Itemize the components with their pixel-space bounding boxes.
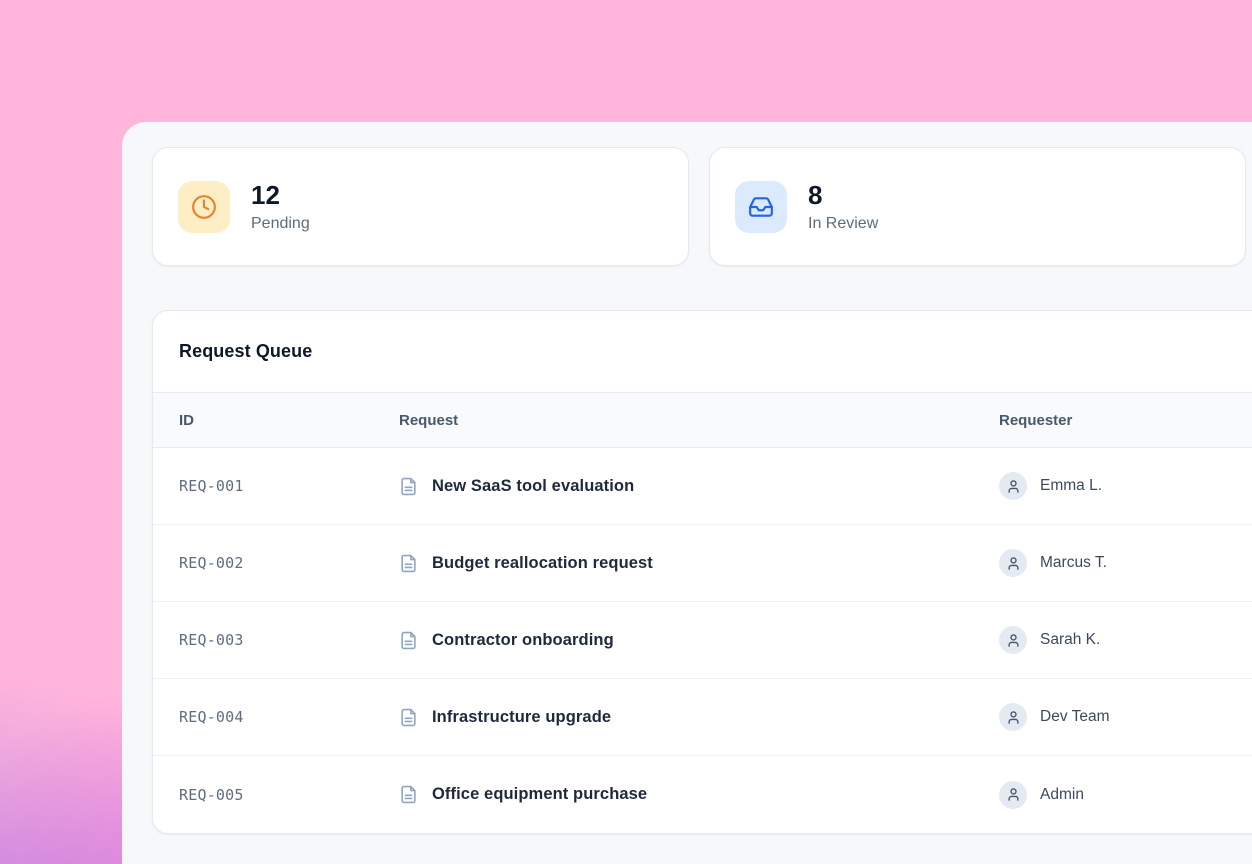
table-row[interactable]: REQ-004 Infrastructure upgrade Dev Team [153, 679, 1252, 756]
request-id: REQ-004 [179, 708, 399, 726]
user-avatar-icon [999, 472, 1027, 500]
request-id: REQ-001 [179, 477, 399, 495]
stat-label: In Review [808, 215, 878, 233]
user-avatar-icon [999, 626, 1027, 654]
requester-name: Marcus T. [1040, 554, 1107, 572]
request-title: Infrastructure upgrade [432, 708, 611, 727]
queue-title-row: Request Queue [153, 311, 1252, 392]
queue-title: Request Queue [179, 341, 312, 362]
stats-row: 12 Pending 8 In Review [152, 147, 1246, 266]
request-cell: Infrastructure upgrade [399, 708, 999, 727]
requester-cell: Marcus T. [999, 549, 1252, 577]
table-row[interactable]: REQ-003 Contractor onboarding Sarah K. [153, 602, 1252, 679]
request-cell: Contractor onboarding [399, 631, 999, 650]
file-text-icon [399, 785, 418, 804]
requester-cell: Sarah K. [999, 626, 1252, 654]
column-header-requester: Requester [999, 412, 1252, 429]
table-row[interactable]: REQ-002 Budget reallocation request Marc… [153, 525, 1252, 602]
inbox-icon [735, 181, 787, 233]
requester-name: Dev Team [1040, 708, 1110, 726]
request-id: REQ-003 [179, 631, 399, 649]
stat-card-in-review[interactable]: 8 In Review [709, 147, 1246, 266]
table-row[interactable]: REQ-005 Office equipment purchase Admin [153, 756, 1252, 833]
clock-icon [178, 181, 230, 233]
requester-name: Emma L. [1040, 477, 1102, 495]
user-avatar-icon [999, 781, 1027, 809]
stat-value: 12 [251, 180, 310, 211]
request-id: REQ-005 [179, 786, 399, 804]
table-row[interactable]: REQ-001 New SaaS tool evaluation Emma L. [153, 448, 1252, 525]
column-header-id: ID [179, 412, 399, 429]
requester-cell: Dev Team [999, 703, 1252, 731]
main-panel: 12 Pending 8 In Review Request Queue ID … [122, 122, 1252, 864]
request-cell: Office equipment purchase [399, 785, 999, 804]
desktop-background: { "colors": { "background_pink": "#ffb5d… [0, 0, 1252, 864]
user-avatar-icon [999, 549, 1027, 577]
request-cell: New SaaS tool evaluation [399, 477, 999, 496]
requester-cell: Emma L. [999, 472, 1252, 500]
file-text-icon [399, 477, 418, 496]
file-text-icon [399, 631, 418, 650]
stat-card-pending[interactable]: 12 Pending [152, 147, 689, 266]
file-text-icon [399, 554, 418, 573]
request-title: New SaaS tool evaluation [432, 477, 634, 496]
stat-label: Pending [251, 215, 310, 233]
request-title: Office equipment purchase [432, 785, 647, 804]
request-cell: Budget reallocation request [399, 554, 999, 573]
stat-text: 8 In Review [808, 180, 878, 232]
column-header-request: Request [399, 412, 999, 429]
requester-name: Sarah K. [1040, 631, 1100, 649]
user-avatar-icon [999, 703, 1027, 731]
file-text-icon [399, 708, 418, 727]
stat-text: 12 Pending [251, 180, 310, 232]
stat-value: 8 [808, 180, 878, 211]
request-id: REQ-002 [179, 554, 399, 572]
request-title: Contractor onboarding [432, 631, 614, 650]
requester-name: Admin [1040, 786, 1084, 804]
request-queue-card: Request Queue ID Request Requester REQ-0… [152, 310, 1252, 834]
table-header-row: ID Request Requester [153, 392, 1252, 448]
requester-cell: Admin [999, 781, 1252, 809]
request-title: Budget reallocation request [432, 554, 653, 573]
